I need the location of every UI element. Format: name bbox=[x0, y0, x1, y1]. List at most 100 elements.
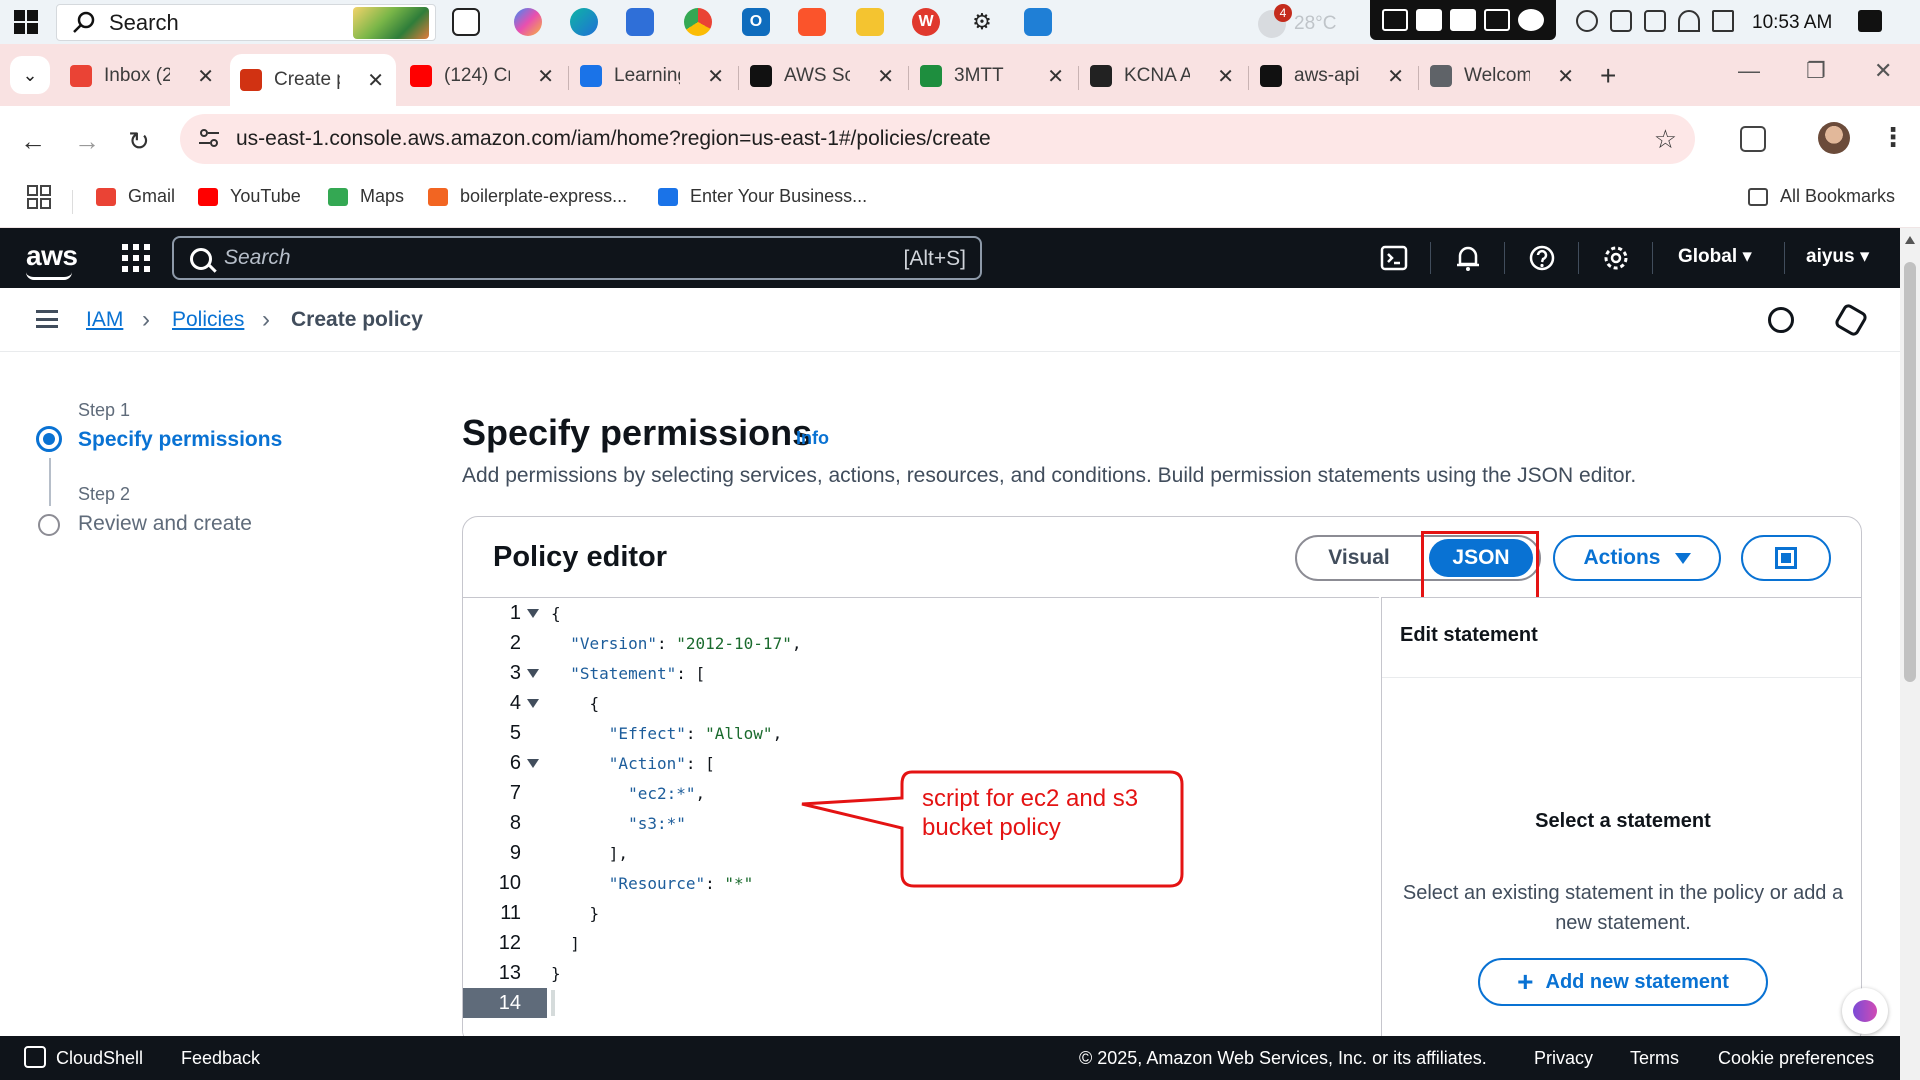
step-1-title[interactable]: Specify permissions bbox=[78, 428, 282, 452]
browser-tab[interactable]: Learning ✕ bbox=[570, 54, 736, 98]
copilot-icon[interactable] bbox=[514, 8, 542, 36]
store-icon[interactable] bbox=[626, 8, 654, 36]
bookmark-item[interactable]: boilerplate-express... bbox=[428, 186, 627, 207]
browser-tab[interactable]: Create p ✕ bbox=[230, 54, 396, 106]
cookie-preferences-link[interactable]: Cookie preferences bbox=[1718, 1048, 1874, 1069]
edge-icon[interactable] bbox=[570, 8, 598, 36]
browser-tab[interactable]: aws-api ✕ bbox=[1250, 54, 1416, 98]
cloudshell-link[interactable]: CloudShell bbox=[56, 1048, 143, 1069]
code-line[interactable]: } bbox=[551, 898, 600, 928]
code-line[interactable]: ], bbox=[551, 838, 628, 868]
url-text[interactable]: us-east-1.console.aws.amazon.com/iam/hom… bbox=[236, 127, 991, 151]
site-settings-icon[interactable] bbox=[198, 128, 220, 148]
code-line[interactable]: "Resource": "*" bbox=[551, 868, 754, 898]
taskbar-search[interactable]: Search bbox=[56, 4, 436, 41]
code-line[interactable]: "s3:*" bbox=[551, 808, 686, 838]
wps-icon[interactable]: W bbox=[912, 8, 940, 36]
gear-icon[interactable] bbox=[1518, 9, 1544, 31]
add-new-statement-button[interactable]: + Add new statement bbox=[1478, 958, 1768, 1006]
page-scrollbar[interactable] bbox=[1900, 228, 1920, 1080]
actions-dropdown-button[interactable]: Actions bbox=[1553, 535, 1721, 581]
close-window-button[interactable]: ✕ bbox=[1874, 58, 1892, 84]
extensions-icon[interactable] bbox=[1740, 126, 1766, 152]
settings-gear-icon[interactable] bbox=[1602, 244, 1630, 272]
address-bar[interactable]: us-east-1.console.aws.amazon.com/iam/hom… bbox=[180, 114, 1695, 164]
close-tab-icon[interactable]: ✕ bbox=[367, 68, 384, 93]
settings-icon[interactable]: ⚙ bbox=[968, 8, 996, 36]
close-tab-icon[interactable]: ✕ bbox=[1557, 64, 1574, 89]
notification-icon[interactable] bbox=[1858, 10, 1882, 32]
cloudshell-icon[interactable] bbox=[1380, 244, 1408, 272]
back-arrow-icon[interactable]: ← bbox=[20, 126, 46, 157]
all-bookmarks-button[interactable]: All Bookmarks bbox=[1748, 186, 1895, 207]
forward-arrow-icon[interactable]: → bbox=[74, 126, 100, 157]
scroll-thumb[interactable] bbox=[1904, 262, 1916, 682]
bookmark-item[interactable]: Maps bbox=[328, 186, 404, 207]
fold-arrow-icon[interactable] bbox=[527, 759, 539, 768]
cloudshell-icon[interactable] bbox=[24, 1046, 46, 1068]
bookmark-star-icon[interactable]: ☆ bbox=[1654, 124, 1677, 155]
visual-mode-button[interactable]: Visual bbox=[1301, 539, 1417, 577]
code-line[interactable]: } bbox=[551, 958, 561, 988]
privacy-link[interactable]: Privacy bbox=[1534, 1048, 1593, 1069]
close-tab-icon[interactable]: ✕ bbox=[197, 64, 214, 89]
code-line[interactable]: ] bbox=[551, 928, 580, 958]
profile-avatar[interactable] bbox=[1818, 122, 1850, 154]
code-line[interactable]: { bbox=[551, 598, 561, 628]
fold-arrow-icon[interactable] bbox=[527, 699, 539, 708]
bell-icon[interactable] bbox=[1454, 244, 1482, 272]
browser-tab[interactable]: Welcom ✕ bbox=[1420, 54, 1586, 98]
browser-tab[interactable]: KCNA A ✕ bbox=[1080, 54, 1246, 98]
hexagon-icon[interactable] bbox=[1833, 302, 1869, 338]
brave-icon[interactable] bbox=[798, 8, 826, 36]
aws-logo[interactable]: aws bbox=[26, 240, 78, 280]
chrome-menu-icon[interactable]: ⋮ bbox=[1880, 122, 1906, 153]
fold-arrow-icon[interactable] bbox=[527, 609, 539, 618]
menu-icon[interactable] bbox=[36, 310, 58, 328]
feedback-link[interactable]: Feedback bbox=[181, 1048, 260, 1069]
capture-region-icon[interactable] bbox=[1382, 9, 1408, 31]
apps-grid-icon[interactable] bbox=[26, 184, 52, 210]
scroll-up-arrow-icon[interactable] bbox=[1905, 236, 1915, 244]
breadcrumb-policies[interactable]: Policies bbox=[172, 308, 244, 332]
tab-search-chevron-icon[interactable]: ⌄ bbox=[10, 56, 50, 94]
volume-icon[interactable] bbox=[1712, 10, 1734, 32]
bookmark-item[interactable]: YouTube bbox=[198, 186, 301, 207]
help-icon[interactable] bbox=[1528, 244, 1556, 272]
terms-link[interactable]: Terms bbox=[1630, 1048, 1679, 1069]
chrome-icon[interactable] bbox=[684, 8, 712, 36]
weather-widget[interactable]: 4 28°C bbox=[1258, 4, 1336, 38]
close-tab-icon[interactable]: ✕ bbox=[707, 64, 724, 89]
bookmark-item[interactable]: Gmail bbox=[96, 186, 175, 207]
code-line[interactable]: { bbox=[551, 688, 600, 718]
close-tab-icon[interactable]: ✕ bbox=[1217, 64, 1234, 89]
code-line[interactable]: "Version": "2012-10-17", bbox=[551, 628, 801, 658]
browser-tab[interactable]: AWS Sc ✕ bbox=[740, 54, 906, 98]
restore-button[interactable]: ❐ bbox=[1806, 58, 1826, 84]
services-grid-icon[interactable] bbox=[122, 244, 150, 272]
close-tab-icon[interactable]: ✕ bbox=[537, 64, 554, 89]
aws-search-input[interactable]: Search [Alt+S] bbox=[172, 236, 982, 280]
breadcrumb-iam[interactable]: IAM bbox=[86, 308, 123, 332]
task-view-icon[interactable] bbox=[452, 8, 480, 36]
reload-icon[interactable]: ↻ bbox=[128, 126, 150, 157]
outlook-icon[interactable]: O bbox=[742, 8, 770, 36]
code-line[interactable]: "Statement": [ bbox=[551, 658, 705, 688]
wifi-icon[interactable] bbox=[1678, 10, 1700, 32]
camera-icon[interactable] bbox=[1416, 9, 1442, 31]
clock[interactable]: 10:53 AM bbox=[1752, 12, 1832, 34]
security-icon[interactable] bbox=[1576, 10, 1598, 32]
close-tab-icon[interactable]: ✕ bbox=[1387, 64, 1404, 89]
assistant-brain-icon[interactable] bbox=[1842, 988, 1888, 1034]
minimize-button[interactable]: — bbox=[1738, 58, 1760, 84]
info-panel-icon[interactable] bbox=[1768, 307, 1794, 333]
region-selector[interactable]: Global ▾ bbox=[1678, 245, 1752, 268]
close-tab-icon[interactable]: ✕ bbox=[1047, 64, 1064, 89]
browser-tab[interactable]: (124) Cr ✕ bbox=[400, 54, 566, 98]
code-line[interactable]: "Action": [ bbox=[551, 748, 715, 778]
close-tab-icon[interactable]: ✕ bbox=[877, 64, 894, 89]
browser-tab[interactable]: 3MTT ✕ bbox=[910, 54, 1076, 98]
file-explorer-icon[interactable] bbox=[856, 8, 884, 36]
bookmark-item[interactable]: Enter Your Business... bbox=[658, 186, 867, 207]
code-line[interactable]: "ec2:*", bbox=[551, 778, 705, 808]
